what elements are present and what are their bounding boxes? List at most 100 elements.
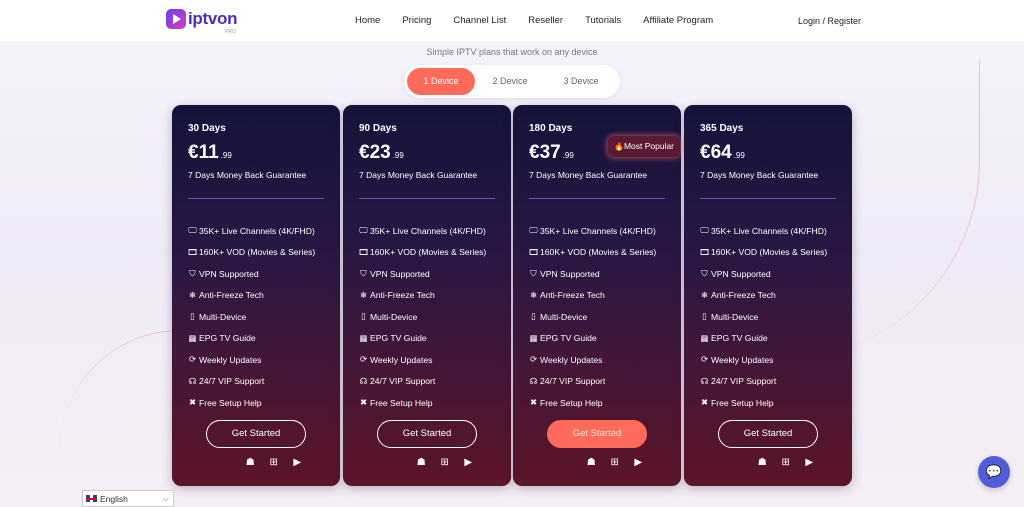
nav-home[interactable]: Home bbox=[355, 15, 380, 26]
refresh-icon: ⟳ bbox=[359, 354, 368, 365]
tab-3-device[interactable]: 3 Device bbox=[547, 68, 615, 95]
feature-item: 🎞 160K+ VOD (Movies & Series) bbox=[699, 242, 827, 264]
divider bbox=[359, 198, 495, 199]
headset-icon: ☊ bbox=[700, 375, 709, 386]
supported-platforms: ☗ ⊞ ▶ bbox=[386, 457, 480, 468]
feature-item: 🖵 35K+ Live Channels (4K/FHD) bbox=[528, 220, 656, 242]
plan-price: €11.99 bbox=[188, 142, 232, 164]
feature-item: 🖵 35K+ Live Channels (4K/FHD) bbox=[187, 220, 315, 242]
feature-label: Free Setup Help bbox=[199, 397, 262, 408]
feature-label: EPG TV Guide bbox=[711, 333, 768, 344]
divider bbox=[529, 198, 665, 199]
youtube-icon: ▶ bbox=[634, 457, 643, 468]
feature-item: 🖵 35K+ Live Channels (4K/FHD) bbox=[699, 220, 827, 242]
nav-pricing[interactable]: Pricing bbox=[402, 15, 431, 26]
nav-channel-list[interactable]: Channel List bbox=[453, 15, 506, 26]
feature-item: ✖ Free Setup Help bbox=[187, 392, 315, 414]
plan-price-cents: .99 bbox=[392, 151, 404, 160]
language-selector[interactable]: English ⌵ bbox=[82, 490, 174, 507]
money-back-guarantee: 7 Days Money Back Guarantee bbox=[529, 170, 648, 180]
tab-1-device[interactable]: 1 Device bbox=[407, 68, 475, 95]
nav-affiliate[interactable]: Affiliate Program bbox=[643, 15, 713, 26]
feature-label: Multi-Device bbox=[711, 311, 759, 322]
film-icon: 🎞 bbox=[699, 246, 710, 257]
tab-2-device[interactable]: 2 Device bbox=[476, 68, 544, 95]
feature-label: Anti-Freeze Tech bbox=[370, 290, 435, 301]
plan-price-cents: .99 bbox=[220, 151, 232, 160]
feature-list: 🖵 35K+ Live Channels (4K/FHD) 🎞 160K+ VOD (… bbox=[699, 220, 827, 414]
feature-item: ⟳ Weekly Updates bbox=[187, 349, 315, 371]
feature-item: ▦ EPG TV Guide bbox=[699, 328, 827, 350]
feature-item: 🖵 35K+ Live Channels (4K/FHD) bbox=[358, 220, 486, 242]
feature-label: 24/7 VIP Support bbox=[540, 376, 606, 387]
refresh-icon: ⟳ bbox=[188, 354, 197, 365]
get-started-button[interactable]: Get Started bbox=[206, 420, 306, 448]
divider bbox=[188, 198, 324, 199]
film-icon: 🎞 bbox=[187, 246, 198, 257]
feature-item: 🎞 160K+ VOD (Movies & Series) bbox=[187, 242, 315, 264]
feature-item: ⛉ VPN Supported bbox=[528, 263, 656, 285]
plan-price-cents: .99 bbox=[562, 151, 574, 160]
feature-item: ⟳ Weekly Updates bbox=[358, 349, 486, 371]
logo-play-icon bbox=[166, 9, 186, 29]
feature-label: Anti-Freeze Tech bbox=[540, 290, 605, 301]
calendar-icon: ▦ bbox=[359, 332, 368, 343]
get-started-button[interactable]: Get Started bbox=[718, 420, 818, 448]
mobile-icon: ▯ bbox=[190, 311, 195, 322]
feature-item: ▯ Multi-Device bbox=[528, 306, 656, 328]
feature-item: 🎞 160K+ VOD (Movies & Series) bbox=[528, 242, 656, 264]
feature-list: 🖵 35K+ Live Channels (4K/FHD) 🎞 160K+ VOD (… bbox=[358, 220, 486, 414]
fire-icon: 🔥 bbox=[613, 142, 624, 151]
android-icon: ☗ bbox=[586, 457, 596, 468]
money-back-guarantee: 7 Days Money Back Guarantee bbox=[700, 170, 819, 180]
plan-price-main: €23 bbox=[359, 142, 391, 163]
uk-flag-icon bbox=[86, 495, 97, 502]
divider bbox=[700, 198, 836, 199]
feature-item: ✖ Free Setup Help bbox=[358, 392, 486, 414]
plan-price: €23.99 bbox=[359, 142, 404, 164]
tv-icon: 🖵 bbox=[529, 225, 538, 236]
feature-item: ❄ Anti-Freeze Tech bbox=[528, 285, 656, 307]
nav-tutorials[interactable]: Tutorials bbox=[585, 15, 621, 26]
android-icon: ☗ bbox=[757, 457, 767, 468]
feature-label: 160K+ VOD (Movies & Series) bbox=[370, 247, 487, 258]
feature-item: ✖ Free Setup Help bbox=[699, 392, 827, 414]
feature-label: Multi-Device bbox=[370, 311, 418, 322]
logo[interactable]: iptvon PRO bbox=[166, 9, 238, 35]
pricing-card: 180 Days €37.99 🔥Most Popular 7 Days Money … bbox=[513, 105, 681, 486]
headset-icon: ☊ bbox=[188, 375, 197, 386]
top-nav: iptvon PRO Home Pricing Channel List Res… bbox=[0, 0, 1024, 43]
feature-label: 35K+ Live Channels (4K/FHD) bbox=[370, 225, 486, 236]
nav-reseller[interactable]: Reseller bbox=[528, 15, 563, 26]
youtube-icon: ▶ bbox=[805, 457, 814, 468]
feature-label: EPG TV Guide bbox=[199, 333, 256, 344]
pricing-card: 365 Days €64.99 7 Days Money Back Guarante… bbox=[684, 105, 852, 486]
login-register-link[interactable]: Login / Register bbox=[798, 16, 861, 26]
feature-item: ⛉ VPN Supported bbox=[187, 263, 315, 285]
apple-icon bbox=[727, 457, 751, 468]
feature-item: ▯ Multi-Device bbox=[187, 306, 315, 328]
feature-label: 35K+ Live Channels (4K/FHD) bbox=[711, 225, 827, 236]
chat-button[interactable]: 💬 bbox=[978, 456, 1010, 488]
plan-price: €64.99 bbox=[700, 142, 745, 164]
feature-item: ☊ 24/7 VIP Support bbox=[358, 371, 486, 393]
feature-label: EPG TV Guide bbox=[540, 333, 597, 344]
tv-icon: 🖵 bbox=[700, 225, 709, 236]
feature-label: 24/7 VIP Support bbox=[370, 376, 436, 387]
badge-label: Most Popular bbox=[623, 141, 675, 151]
feature-label: 24/7 VIP Support bbox=[199, 376, 265, 387]
tools-icon: ✖ bbox=[529, 397, 538, 408]
feature-item: ⛉ VPN Supported bbox=[699, 263, 827, 285]
tv-icon: 🖵 bbox=[359, 225, 368, 236]
feature-item: ☊ 24/7 VIP Support bbox=[699, 371, 827, 393]
get-started-button[interactable]: Get Started bbox=[377, 420, 477, 448]
logo-text: iptvon bbox=[188, 9, 238, 28]
feature-item: ▦ EPG TV Guide bbox=[187, 328, 315, 350]
apple-icon bbox=[215, 457, 239, 468]
plan-duration: 30 Days bbox=[188, 123, 226, 134]
get-started-button[interactable]: Get Started bbox=[547, 420, 647, 448]
feature-label: VPN Supported bbox=[370, 268, 430, 279]
calendar-icon: ▦ bbox=[700, 332, 709, 343]
headset-icon: ☊ bbox=[529, 375, 538, 386]
feature-label: 35K+ Live Channels (4K/FHD) bbox=[199, 225, 315, 236]
